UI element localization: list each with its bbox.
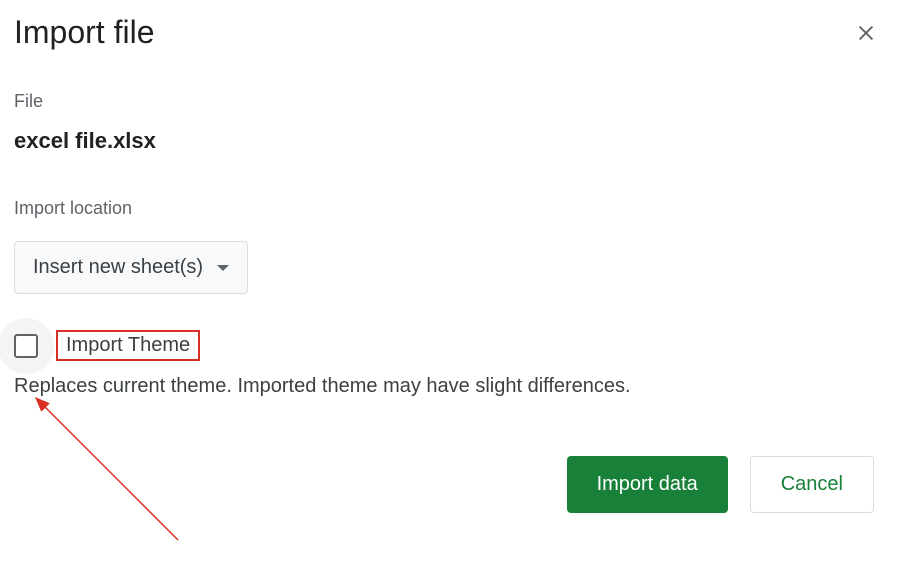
file-name: excel file.xlsx [14,128,884,154]
dialog-header: Import file [14,14,884,51]
cancel-button[interactable]: Cancel [750,456,874,513]
import-data-button[interactable]: Import data [567,456,728,513]
import-theme-row: Import Theme [14,330,884,361]
dialog-title: Import file [14,14,154,51]
file-label: File [14,91,884,112]
import-location-selected: Insert new sheet(s) [33,256,203,279]
close-button[interactable] [848,15,884,51]
import-theme-label-highlight: Import Theme [56,330,200,361]
import-theme-label: Import Theme [66,334,190,357]
caret-down-icon [217,265,229,271]
import-theme-checkbox[interactable] [14,334,38,358]
import-location-label: Import location [14,198,884,219]
button-row: Import data Cancel [14,456,884,513]
close-icon [855,22,877,44]
import-location-dropdown[interactable]: Insert new sheet(s) [14,241,248,294]
import-theme-description: Replaces current theme. Imported theme m… [14,375,884,398]
